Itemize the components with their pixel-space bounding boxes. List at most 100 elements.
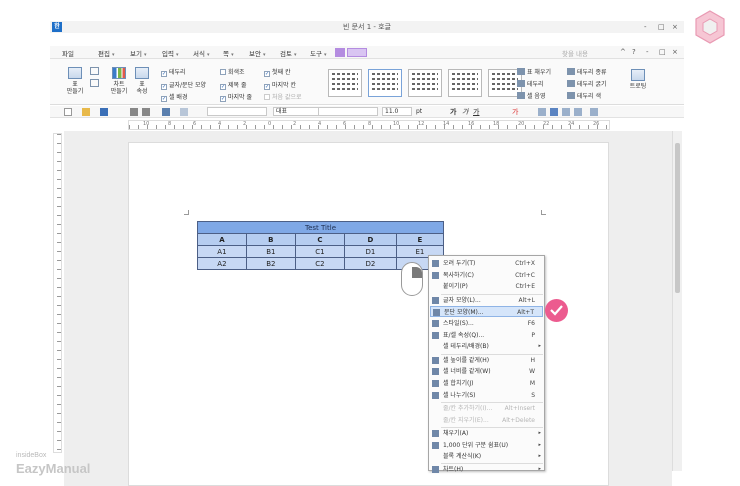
find-text[interactable]: 찾을 내용 [562,48,588,58]
check-first-col[interactable]: ✓ 첫째 칸 [264,67,290,77]
context-menu-item[interactable]: 문단 모양(M)... Alt+T [430,306,543,318]
table-props-button[interactable]: 표 속성 [132,67,152,95]
menu-review[interactable]: 검토 ▾ [280,48,297,58]
align-left-icon[interactable] [538,108,546,116]
context-menu-item[interactable]: 셀 합치기(J) M [430,378,543,389]
check-last-row[interactable]: ✓ 마지막 줄 [220,92,252,102]
table-cell[interactable]: D2 [344,257,397,270]
border-type-label: 테두리 종류 [577,69,607,76]
check-reset[interactable]: 처음 값으로 [264,92,302,101]
context-menu-item[interactable]: 1,000 단위 구분 쉼표(U) ▸ [430,440,543,451]
cell-shade-button[interactable]: 셀 음영 [517,91,545,100]
border-button[interactable]: 테두리 [517,79,544,88]
context-menu-label: 셀 너비를 같게(W) [443,368,491,376]
italic-icon[interactable]: 가 [462,107,468,117]
scrollbar-thumb[interactable] [675,143,680,293]
small-tool-icon[interactable] [90,67,99,75]
underline-icon[interactable]: 가 [473,107,479,117]
border-color-button[interactable]: 테두리 색 [567,91,601,100]
border-type-button[interactable]: 테두리 종류 [567,67,607,76]
doc-restore-button[interactable]: □ [659,48,666,56]
table-cell[interactable]: A2 [197,257,247,270]
save-icon[interactable] [100,108,108,116]
collapse-ribbon-button[interactable]: ^ [620,48,626,56]
new-doc-icon[interactable] [64,108,72,116]
close-button[interactable]: × [672,23,678,31]
redo-icon[interactable] [180,108,188,116]
make-table-button[interactable]: 표 만들기 [64,67,86,95]
context-menu-item[interactable]: 오려 두기(T) Ctrl+X [430,258,543,269]
fill-table-button[interactable]: 표 채우기 [517,67,551,76]
style-select[interactable] [207,107,267,116]
context-menu-item[interactable]: 표/셀 속성(Q)... P [430,330,543,341]
context-menu-item[interactable]: 붙이기(P) Ctrl+E [430,281,543,292]
undo-icon[interactable] [162,108,170,116]
font-color-icon[interactable]: 가 [512,107,518,117]
border-weight-button[interactable]: 테두리 굵기 [567,79,607,88]
menu-edit[interactable]: 편집 ▾ [98,48,115,58]
context-menu-item[interactable]: 채우기(A) ▸ [430,428,543,439]
context-menu-item[interactable]: 셀 너비를 같게(W) W [430,366,543,377]
check-grayscale[interactable]: 회색조 [220,67,245,76]
context-menu-item[interactable]: 블록 계산식(K) ▸ [430,451,543,462]
table-design-tab-icon[interactable] [335,48,345,57]
preview-icon[interactable] [142,108,150,116]
check-last-col[interactable]: ✓ 마지막 칸 [264,80,296,90]
table-cell[interactable]: B1 [245,245,296,258]
align-right-icon[interactable] [562,108,570,116]
font-select[interactable] [318,107,378,116]
table-style-1[interactable] [328,69,362,97]
table-cell[interactable]: C2 [294,257,346,270]
open-folder-icon[interactable] [82,108,90,116]
table-title[interactable]: Test Title [197,221,444,234]
menu-file[interactable]: 파일 [62,48,74,58]
print-icon[interactable] [130,108,138,116]
help-button[interactable]: ? [632,48,636,56]
context-menu-item[interactable]: 차트(H) ▸ [430,464,543,475]
table-style-4[interactable] [448,69,482,97]
table-style-2[interactable] [368,69,402,97]
menu-security[interactable]: 보안 ▾ [249,48,266,58]
context-menu-item[interactable]: 셀 높이를 같게(H) H [430,355,543,366]
table-header-cell[interactable]: B [245,233,296,246]
doc-close-button[interactable]: × [672,48,678,56]
table-layout-tab-icon[interactable] [347,48,367,57]
align-justify-icon[interactable] [574,108,582,116]
table-header-cell[interactable]: E [395,233,445,246]
check-char-para[interactable]: ✓ 글자/문단 모양 [161,80,206,90]
make-chart-button[interactable]: 차트 만들기 [108,67,130,95]
bold-icon[interactable]: 가 [450,107,456,117]
context-menu-item[interactable]: 복사하기(C) Ctrl+C [430,270,543,281]
context-menu-item[interactable]: 셀 테두리/배경(B) ▸ [430,341,543,352]
menu-page[interactable]: 쪽 ▾ [223,48,234,58]
context-menu-label: 셀 나누기(S) [443,391,476,399]
maximize-button[interactable]: □ [658,23,665,31]
align-center-icon[interactable] [550,108,558,116]
menu-format[interactable]: 서식 ▾ [193,48,210,58]
minimize-button[interactable]: - [644,23,647,31]
table-header-cell[interactable]: A [197,233,247,246]
context-menu-item[interactable]: 글자 모양(L)... Alt+L [430,295,543,306]
vertical-scrollbar[interactable] [672,131,682,471]
menu-view[interactable]: 보기 ▾ [130,48,147,58]
ruler-number: 20 [518,121,525,127]
menu-tools[interactable]: 도구 ▾ [310,48,327,58]
font-size-input[interactable]: 11.0 [382,107,412,116]
context-menu-item[interactable]: 스타일(S)... F6 [430,318,543,329]
menu-insert[interactable]: 입력 ▾ [162,48,179,58]
check-cell-bg[interactable]: ✓ 셀 배경 [161,92,187,102]
floating-button[interactable]: 트로팅 [625,69,651,90]
table-cell[interactable]: C1 [294,245,346,258]
line-spacing-icon[interactable] [590,108,598,116]
table-cell[interactable]: A1 [197,245,247,258]
table-header-cell[interactable]: D [344,233,397,246]
small-tool-icon[interactable] [90,79,99,87]
doc-minimize-button[interactable]: - [646,48,649,56]
table-style-3[interactable] [408,69,442,97]
table-header-cell[interactable]: C [294,233,346,246]
table-cell[interactable]: B2 [245,257,296,270]
check-border[interactable]: ✓ 테두리 [161,67,186,77]
check-header-row[interactable]: ✓ 제목 줄 [220,80,246,90]
context-menu-item[interactable]: 셀 나누기(S) S [430,390,543,401]
table-cell[interactable]: D1 [344,245,397,258]
